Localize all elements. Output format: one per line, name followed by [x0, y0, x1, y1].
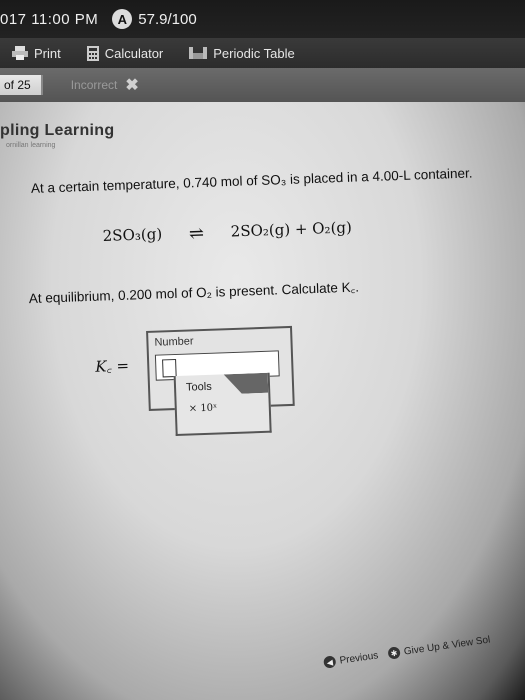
x10-button[interactable]: × 10ˣ — [189, 403, 218, 415]
question-text-1: At a certain temperature, 0.740 mol of S… — [30, 165, 473, 196]
print-label: Print — [34, 45, 61, 61]
calculator-icon — [86, 45, 99, 61]
tools-label[interactable]: Tools — [186, 381, 212, 394]
question-text-2: At equilibrium, 0.200 mol of O₂ is prese… — [28, 279, 360, 307]
question-status: Incorrect — [70, 78, 118, 92]
previous-arrow-icon: ◀ — [322, 655, 337, 669]
incorrect-x-icon: ✖ — [125, 77, 139, 94]
tool-bar: Print Calculator Periodic Table — [0, 38, 525, 68]
reaction-products: 2SO₂(g) + O₂(g) — [230, 218, 353, 241]
periodic-table-button[interactable]: Periodic Table — [189, 45, 295, 61]
kc-text: K꜀ = — [94, 356, 130, 376]
score-badge-icon: A — [112, 9, 133, 29]
previous-button[interactable]: ◀ Previous — [322, 649, 379, 669]
give-up-icon: ✱ — [387, 646, 401, 660]
score-value: 57.9/100 — [138, 10, 197, 28]
printer-icon — [12, 46, 28, 60]
question-content: At a certain temperature, 0.740 mol of S… — [0, 142, 525, 700]
periodic-table-label: Periodic Table — [213, 45, 295, 61]
input-cursor-icon — [162, 358, 177, 378]
question-nav-bar: of 25 Incorrect ✖ — [0, 68, 525, 102]
tools-tab-icon[interactable] — [224, 373, 269, 395]
brand-tagline: ornillan learning — [6, 142, 56, 149]
number-label: Number — [154, 335, 194, 349]
equilibrium-arrow-icon: ⇌ — [188, 222, 205, 245]
give-up-label: Give Up & View Sol — [403, 634, 491, 658]
status-bar: 017 11:00 PM A 57.9/100 — [0, 0, 525, 38]
reaction-reactants: 2SO₃(g) — [102, 224, 163, 245]
periodic-table-icon — [189, 47, 208, 59]
tools-panel: Tools × 10ˣ — [173, 372, 272, 437]
time-text: 017 11:00 PM — [0, 10, 99, 28]
calculator-button[interactable]: Calculator — [86, 45, 164, 61]
kc-label: K꜀ = — [95, 356, 129, 377]
brand-logo: pling Learning — [0, 122, 115, 139]
print-button[interactable]: Print — [12, 46, 61, 61]
question-count[interactable]: of 25 — [0, 75, 43, 95]
previous-label: Previous — [338, 649, 379, 667]
reaction-equation: 2SO₃(g) ⇌ 2SO₂(g) + O₂(g) — [102, 218, 352, 248]
calculator-label: Calculator — [104, 45, 164, 61]
